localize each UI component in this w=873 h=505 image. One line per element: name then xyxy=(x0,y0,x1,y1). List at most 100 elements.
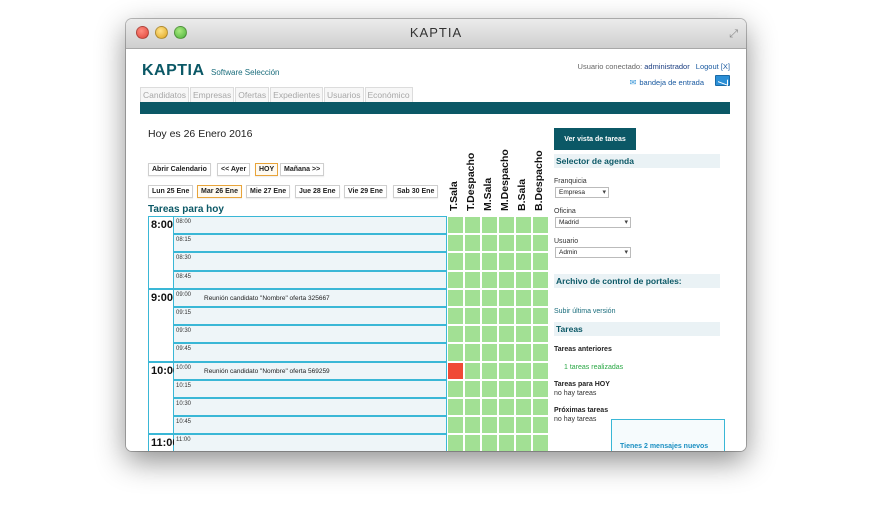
room-cell-free[interactable] xyxy=(447,216,464,235)
room-cell-free[interactable] xyxy=(464,234,481,253)
day-button-4[interactable]: Jue 28 Ene xyxy=(295,185,340,198)
room-cell-free[interactable] xyxy=(464,270,481,289)
room-cell-free[interactable] xyxy=(481,343,498,362)
room-cell-free[interactable] xyxy=(464,379,481,398)
room-cell-free[interactable] xyxy=(447,288,464,307)
slot-task[interactable]: Reunión candidato "Nombre" oferta 569259 xyxy=(204,368,330,375)
today-button[interactable]: HOY xyxy=(255,163,279,176)
time-slot[interactable]: 09:00 Reunión candidato "Nombre" oferta 3… xyxy=(174,288,447,307)
room-cell-free[interactable] xyxy=(498,361,515,380)
room-cell-free[interactable] xyxy=(532,398,549,417)
room-cell-free[interactable] xyxy=(532,361,549,380)
inbox-icon[interactable] xyxy=(715,75,730,86)
room-cell-free[interactable] xyxy=(515,288,532,307)
room-cell-free[interactable] xyxy=(498,307,515,326)
franquicia-select[interactable]: Empresa xyxy=(555,187,609,198)
room-cell-free[interactable] xyxy=(481,398,498,417)
next-day-button[interactable]: Mañana >> xyxy=(280,163,325,176)
room-cell-free[interactable] xyxy=(515,234,532,253)
room-cell-free[interactable] xyxy=(464,434,481,451)
time-slot[interactable]: 11:00 xyxy=(174,434,447,451)
room-cell-free[interactable] xyxy=(515,434,532,451)
room-cell-free[interactable] xyxy=(532,434,549,451)
time-slot[interactable]: 09:15 xyxy=(174,307,447,326)
time-slot[interactable]: 08:30 xyxy=(174,252,447,271)
room-cell-free[interactable] xyxy=(515,416,532,435)
view-tasks-button[interactable]: Ver vista de tareas xyxy=(554,128,636,150)
room-cell-free[interactable] xyxy=(532,325,549,344)
room-cell-free[interactable] xyxy=(532,234,549,253)
tab-economico[interactable]: Económico xyxy=(364,87,413,102)
room-cell-free[interactable] xyxy=(447,434,464,451)
brand[interactable]: KAPTIA Software Selección xyxy=(142,62,280,80)
room-cell-free[interactable] xyxy=(481,234,498,253)
fullscreen-icon[interactable]: ⤢ xyxy=(729,27,738,41)
room-cell-free[interactable] xyxy=(498,252,515,271)
room-cell-free[interactable] xyxy=(481,307,498,326)
room-cell-free[interactable] xyxy=(464,216,481,235)
day-button-6[interactable]: Sab 30 Ene xyxy=(393,185,439,198)
room-cell-free[interactable] xyxy=(498,234,515,253)
day-button-1[interactable]: Lun 25 Ene xyxy=(148,185,194,198)
room-cell-free[interactable] xyxy=(464,416,481,435)
room-cell-free[interactable] xyxy=(481,379,498,398)
room-cell-free[interactable] xyxy=(447,307,464,326)
room-cell-free[interactable] xyxy=(515,379,532,398)
inbox-link[interactable]: ✉ bandeja de entrada xyxy=(630,78,704,87)
room-cell-free[interactable] xyxy=(532,288,549,307)
room-cell-busy[interactable] xyxy=(447,361,464,380)
day-button-2[interactable]: Mar 26 Ene xyxy=(197,185,242,198)
time-slot[interactable]: 09:45 xyxy=(174,343,447,362)
tab-expedientes[interactable]: Expedientes xyxy=(270,87,323,102)
room-cell-free[interactable] xyxy=(464,398,481,417)
logout-link[interactable]: Logout [X] xyxy=(696,62,730,71)
day-button-5[interactable]: Vie 29 Ene xyxy=(344,185,387,198)
slot-task[interactable]: Reunión candidato "Nombre" oferta 325667 xyxy=(204,295,330,302)
time-slot[interactable]: 09:30 xyxy=(174,325,447,344)
room-cell-free[interactable] xyxy=(464,307,481,326)
room-cell-free[interactable] xyxy=(498,288,515,307)
room-cell-free[interactable] xyxy=(532,307,549,326)
room-cell-free[interactable] xyxy=(481,361,498,380)
room-cell-free[interactable] xyxy=(481,325,498,344)
prev-day-button[interactable]: << Ayer xyxy=(217,163,251,176)
time-slot[interactable]: 08:45 xyxy=(174,270,447,289)
time-slot[interactable]: 10:15 xyxy=(174,379,447,398)
room-cell-free[interactable] xyxy=(498,398,515,417)
room-cell-free[interactable] xyxy=(515,270,532,289)
room-cell-free[interactable] xyxy=(481,252,498,271)
time-slot[interactable]: 10:45 xyxy=(174,416,447,435)
room-cell-free[interactable] xyxy=(464,252,481,271)
room-cell-free[interactable] xyxy=(515,343,532,362)
usuario-select[interactable]: Admin xyxy=(555,247,631,258)
room-cell-free[interactable] xyxy=(498,343,515,362)
room-cell-free[interactable] xyxy=(515,361,532,380)
room-cell-free[interactable] xyxy=(481,288,498,307)
time-slot[interactable]: 08:15 xyxy=(174,234,447,253)
room-cell-free[interactable] xyxy=(515,398,532,417)
room-cell-free[interactable] xyxy=(532,216,549,235)
room-cell-free[interactable] xyxy=(464,343,481,362)
room-cell-free[interactable] xyxy=(481,216,498,235)
room-cell-free[interactable] xyxy=(532,252,549,271)
done-tasks-link[interactable]: 1 tareas realizadas xyxy=(564,364,623,371)
tab-candidatos[interactable]: Candidatos xyxy=(140,87,190,102)
room-cell-free[interactable] xyxy=(498,270,515,289)
room-cell-free[interactable] xyxy=(447,325,464,344)
room-cell-free[interactable] xyxy=(532,343,549,362)
room-cell-free[interactable] xyxy=(515,307,532,326)
room-cell-free[interactable] xyxy=(464,288,481,307)
room-cell-free[interactable] xyxy=(481,270,498,289)
time-slot[interactable]: 08:00 xyxy=(174,216,447,235)
room-cell-free[interactable] xyxy=(447,398,464,417)
room-cell-free[interactable] xyxy=(498,434,515,451)
room-cell-free[interactable] xyxy=(447,234,464,253)
room-cell-free[interactable] xyxy=(447,379,464,398)
room-cell-free[interactable] xyxy=(532,416,549,435)
room-cell-free[interactable] xyxy=(498,216,515,235)
room-cell-free[interactable] xyxy=(447,416,464,435)
time-slot[interactable]: 10:00 Reunión candidato "Nombre" oferta 5… xyxy=(174,361,447,380)
room-cell-free[interactable] xyxy=(464,325,481,344)
room-cell-free[interactable] xyxy=(532,379,549,398)
room-cell-free[interactable] xyxy=(498,416,515,435)
